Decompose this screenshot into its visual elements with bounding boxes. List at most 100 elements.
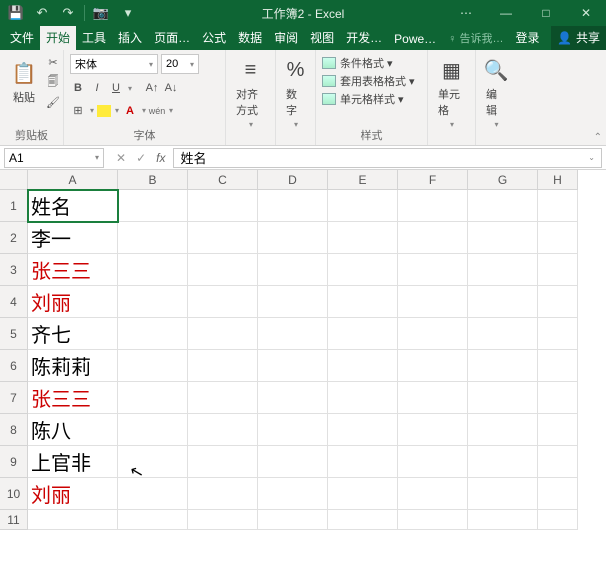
cell-G3[interactable] — [468, 254, 538, 286]
cell-E1[interactable] — [328, 190, 398, 222]
tab-工具[interactable]: 工具 — [76, 25, 112, 50]
cell-D11[interactable] — [258, 510, 328, 530]
phonetic-button[interactable]: wén — [149, 103, 165, 119]
col-header-H[interactable]: H — [538, 170, 578, 190]
spreadsheet-grid[interactable]: ABCDEFGH 1234567891011 姓名李一张三三刘丽齐七陈莉莉张三三… — [0, 170, 606, 575]
cell-C1[interactable] — [188, 190, 258, 222]
cell-A10[interactable]: 刘丽 — [28, 478, 118, 510]
paste-button[interactable]: 📋 粘贴 — [6, 57, 42, 107]
col-header-E[interactable]: E — [328, 170, 398, 190]
cell-H4[interactable] — [538, 286, 578, 318]
minimize-icon[interactable]: — — [486, 0, 526, 26]
row-header-7[interactable]: 7 — [0, 382, 28, 414]
cell-D6[interactable] — [258, 350, 328, 382]
close-icon[interactable]: ✕ — [566, 0, 606, 26]
fill-menu[interactable]: ▾ — [115, 106, 119, 115]
redo-icon[interactable]: ↷ — [58, 3, 78, 23]
tab-审阅[interactable]: 审阅 — [268, 25, 304, 50]
fill-color-button[interactable] — [97, 105, 111, 117]
cell-E9[interactable] — [328, 446, 398, 478]
login-button[interactable]: 登录 — [510, 25, 546, 50]
cell-C10[interactable] — [188, 478, 258, 510]
cell-F5[interactable] — [398, 318, 468, 350]
tab-页面…[interactable]: 页面… — [148, 25, 196, 50]
cell-F2[interactable] — [398, 222, 468, 254]
qat-customize-icon[interactable]: ▾ — [118, 3, 138, 23]
cell-D1[interactable] — [258, 190, 328, 222]
cell-A1[interactable]: 姓名 — [28, 190, 118, 222]
cell-G5[interactable] — [468, 318, 538, 350]
cell-D10[interactable] — [258, 478, 328, 510]
name-box[interactable]: A1 ▾ — [4, 148, 104, 168]
conditional-formatting-button[interactable]: 条件格式 ▾ — [322, 54, 421, 72]
editing-button[interactable]: 🔍 编辑 ▾ — [482, 54, 510, 131]
cell-C9[interactable] — [188, 446, 258, 478]
alignment-button[interactable]: ≡ 对齐方式 ▾ — [232, 54, 269, 131]
cell-C2[interactable] — [188, 222, 258, 254]
cell-B4[interactable] — [118, 286, 188, 318]
accept-formula-icon[interactable]: ✓ — [136, 151, 146, 165]
cell-H1[interactable] — [538, 190, 578, 222]
decrease-font-icon[interactable]: A↓ — [163, 80, 179, 96]
cell-D7[interactable] — [258, 382, 328, 414]
ribbon-options-icon[interactable]: ⋯ — [446, 0, 486, 26]
tab-文件[interactable]: 文件 — [4, 25, 40, 50]
cell-G2[interactable] — [468, 222, 538, 254]
row-header-3[interactable]: 3 — [0, 254, 28, 286]
bold-button[interactable]: B — [70, 80, 86, 96]
maximize-icon[interactable]: □ — [526, 0, 566, 26]
expand-formula-icon[interactable]: ⌄ — [588, 153, 595, 162]
cell-D2[interactable] — [258, 222, 328, 254]
cell-B8[interactable] — [118, 414, 188, 446]
copy-icon[interactable]: 🗐 — [45, 74, 61, 90]
row-header-11[interactable]: 11 — [0, 510, 28, 530]
row-header-5[interactable]: 5 — [0, 318, 28, 350]
row-header-2[interactable]: 2 — [0, 222, 28, 254]
underline-menu[interactable]: ▾ — [128, 84, 132, 93]
cell-F4[interactable] — [398, 286, 468, 318]
border-menu[interactable]: ▾ — [90, 106, 94, 115]
cell-B2[interactable] — [118, 222, 188, 254]
cell-E3[interactable] — [328, 254, 398, 286]
tab-数据[interactable]: 数据 — [232, 25, 268, 50]
cell-A3[interactable]: 张三三 — [28, 254, 118, 286]
cell-A4[interactable]: 刘丽 — [28, 286, 118, 318]
tab-开发…[interactable]: 开发… — [340, 25, 388, 50]
cell-E2[interactable] — [328, 222, 398, 254]
row-header-1[interactable]: 1 — [0, 190, 28, 222]
cell-A2[interactable]: 李一 — [28, 222, 118, 254]
cell-B11[interactable] — [118, 510, 188, 530]
border-button[interactable]: ⊞ — [70, 103, 86, 119]
underline-button[interactable]: U — [108, 80, 124, 96]
cell-H8[interactable] — [538, 414, 578, 446]
cells-button[interactable]: ▦ 单元格 ▾ — [434, 54, 469, 131]
cell-H2[interactable] — [538, 222, 578, 254]
phonetic-menu[interactable]: ▾ — [169, 106, 173, 115]
cell-H10[interactable] — [538, 478, 578, 510]
cell-E4[interactable] — [328, 286, 398, 318]
cut-icon[interactable]: ✂ — [45, 54, 61, 70]
font-color-button[interactable]: A — [122, 103, 138, 119]
tab-视图[interactable]: 视图 — [304, 25, 340, 50]
cell-B7[interactable] — [118, 382, 188, 414]
cell-E10[interactable] — [328, 478, 398, 510]
cell-D8[interactable] — [258, 414, 328, 446]
cell-A8[interactable]: 陈八 — [28, 414, 118, 446]
cell-E8[interactable] — [328, 414, 398, 446]
col-header-B[interactable]: B — [118, 170, 188, 190]
save-icon[interactable]: 💾 — [6, 3, 26, 23]
cell-F10[interactable] — [398, 478, 468, 510]
cell-F8[interactable] — [398, 414, 468, 446]
cell-A9[interactable]: 上官非 — [28, 446, 118, 478]
cell-B3[interactable] — [118, 254, 188, 286]
row-header-8[interactable]: 8 — [0, 414, 28, 446]
cell-E7[interactable] — [328, 382, 398, 414]
cell-C4[interactable] — [188, 286, 258, 318]
cell-B9[interactable] — [118, 446, 188, 478]
insert-function-icon[interactable]: fx — [156, 151, 165, 165]
font-color-menu[interactable]: ▾ — [142, 106, 146, 115]
cell-C5[interactable] — [188, 318, 258, 350]
col-header-A[interactable]: A — [28, 170, 118, 190]
collapse-ribbon-icon[interactable]: ⌃ — [594, 132, 602, 143]
cell-G6[interactable] — [468, 350, 538, 382]
